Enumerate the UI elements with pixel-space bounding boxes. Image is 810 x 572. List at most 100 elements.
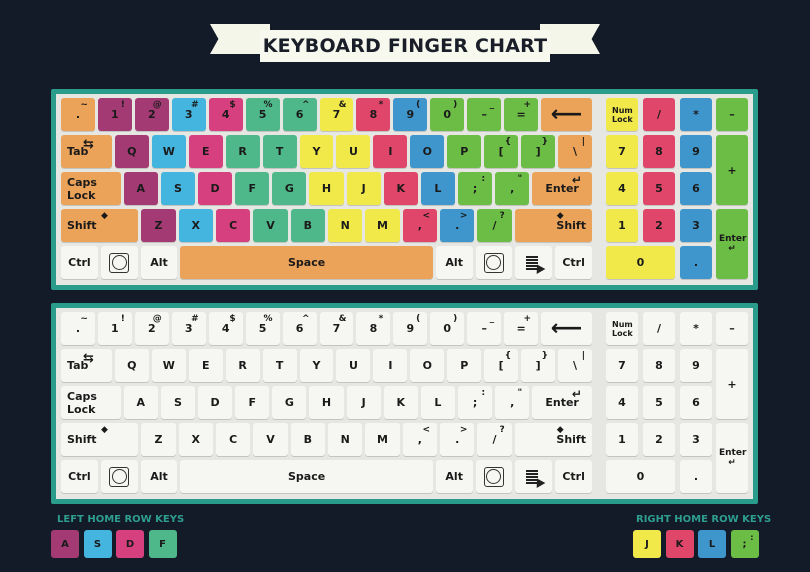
key-s[interactable]: S [160, 172, 195, 205]
key-u[interactable]: U [336, 349, 371, 382]
key-l[interactable]: L [420, 386, 455, 419]
key-o[interactable]: O [410, 135, 445, 168]
key-m[interactable]: M [365, 209, 400, 242]
key-b[interactable]: B [290, 423, 325, 456]
key-np-enter[interactable]: Enter ↵ [716, 423, 748, 493]
key-backslash[interactable]: \ | [558, 135, 592, 168]
key-equals[interactable]: = + [504, 312, 539, 345]
key-9[interactable]: 9( [393, 98, 428, 131]
key-space[interactable]: Space [180, 246, 433, 279]
key-lwin[interactable] [100, 460, 138, 493]
key-backspace[interactable]: ⟵ [541, 312, 592, 345]
key-2[interactable]: 2 @ [134, 312, 169, 345]
key-4[interactable]: 4 $ [208, 312, 243, 345]
key-ralt[interactable]: Alt [435, 246, 473, 279]
key-p[interactable]: P [447, 135, 482, 168]
key-quote[interactable]: , " [495, 386, 530, 419]
key-slash[interactable]: /? [477, 423, 512, 456]
key-a[interactable]: A [123, 172, 158, 205]
key-quote[interactable]: , " [495, 172, 530, 205]
key-np-2[interactable]: 2 [643, 209, 675, 242]
key-l[interactable]: L [420, 172, 455, 205]
key-1[interactable]: 1! [97, 98, 132, 131]
key-backspace[interactable]: ⟵ [541, 98, 592, 131]
key-np-0[interactable]: 0 [606, 460, 675, 493]
key-2[interactable]: 2 @ [134, 98, 169, 131]
key-np-9[interactable]: 9 [680, 135, 712, 168]
key-np-multiply[interactable]: * [680, 312, 712, 345]
key-enter[interactable]: Enter ↵ [532, 386, 592, 419]
key-j[interactable]: J [346, 386, 381, 419]
key-capslock[interactable]: Caps Lock [61, 386, 121, 419]
key-np-7[interactable]: 7 [606, 135, 638, 168]
key-np-6[interactable]: 6 [680, 386, 712, 419]
key-w[interactable]: W [151, 349, 186, 382]
key-backslash[interactable]: \ | [558, 349, 592, 382]
key-np-5[interactable]: 5 [643, 172, 675, 205]
key-np-5[interactable]: 5 [643, 386, 675, 419]
key-u[interactable]: U [336, 135, 371, 168]
key-np-divide[interactable]: / [643, 312, 675, 345]
key-p[interactable]: P [447, 349, 482, 382]
key-z[interactable]: Z [141, 209, 176, 242]
key-v[interactable]: V [253, 423, 288, 456]
key-8[interactable]: 8 * [356, 312, 391, 345]
key-np-7[interactable]: 7 [606, 349, 638, 382]
key-np-0[interactable]: 0 [606, 246, 675, 279]
key-comma[interactable]: , < [402, 423, 438, 456]
key-ralt[interactable]: Alt [435, 460, 473, 493]
key-n[interactable]: N [328, 209, 363, 242]
key-minus[interactable]: – _ [467, 98, 502, 131]
key-menu[interactable] [515, 246, 553, 279]
key-c[interactable]: C [215, 423, 251, 456]
key-d[interactable]: D [198, 172, 233, 205]
key-d[interactable]: D [198, 386, 233, 419]
key-equals[interactable]: = + [504, 98, 539, 131]
key-g[interactable]: G [272, 386, 307, 419]
key-3[interactable]: 3 # [171, 312, 206, 345]
key-i[interactable]: I [373, 349, 408, 382]
key-i[interactable]: I [373, 135, 408, 168]
key-menu[interactable] [515, 460, 553, 493]
key-np-divide[interactable]: / [643, 98, 675, 131]
key-r[interactable]: R [225, 349, 260, 382]
key-z[interactable]: Z [141, 423, 176, 456]
key-e[interactable]: E [188, 135, 223, 168]
key-5[interactable]: 5% [245, 98, 280, 131]
key-rbracket[interactable]: ]} [521, 135, 556, 168]
key-r[interactable]: R [225, 135, 260, 168]
key-np-plus[interactable]: + [716, 135, 748, 205]
key-np-4[interactable]: 4 [606, 386, 638, 419]
key-y[interactable]: Y [299, 349, 334, 382]
key-lalt[interactable]: Alt [140, 246, 178, 279]
key-1[interactable]: 1! [97, 312, 132, 345]
key-f[interactable]: F [235, 386, 270, 419]
key-tilde[interactable]: . ~ [61, 312, 95, 345]
key-np-minus[interactable]: – [716, 312, 748, 345]
key-rctrl[interactable]: Ctrl [555, 246, 592, 279]
key-q[interactable]: Q [114, 349, 149, 382]
key-w[interactable]: W [151, 135, 186, 168]
key-space[interactable]: Space [180, 460, 433, 493]
key-tab[interactable]: Tab ⇆ [61, 349, 112, 382]
key-np-minus[interactable]: – [716, 98, 748, 131]
key-lctrl[interactable]: Ctrl [61, 460, 98, 493]
key-np-3[interactable]: 3 [680, 209, 712, 242]
key-k[interactable]: K [383, 172, 418, 205]
key-rwin[interactable] [475, 460, 513, 493]
key-g[interactable]: G [272, 172, 307, 205]
key-9[interactable]: 9( [393, 312, 428, 345]
key-semicolon[interactable]: ;: [457, 386, 493, 419]
key-tab[interactable]: Tab ⇆ [61, 135, 112, 168]
key-np-decimal[interactable]: . [680, 246, 712, 279]
key-semicolon[interactable]: ;: [457, 172, 493, 205]
key-rctrl[interactable]: Ctrl [555, 460, 592, 493]
key-np-plus[interactable]: + [716, 349, 748, 419]
key-6[interactable]: 6 ^ [282, 98, 317, 131]
key-lbracket[interactable]: [{ [484, 135, 519, 168]
key-enter[interactable]: Enter ↵ [532, 172, 592, 205]
key-x[interactable]: X [178, 209, 213, 242]
key-t[interactable]: T [262, 135, 297, 168]
key-n[interactable]: N [328, 423, 363, 456]
key-4[interactable]: 4 $ [208, 98, 243, 131]
